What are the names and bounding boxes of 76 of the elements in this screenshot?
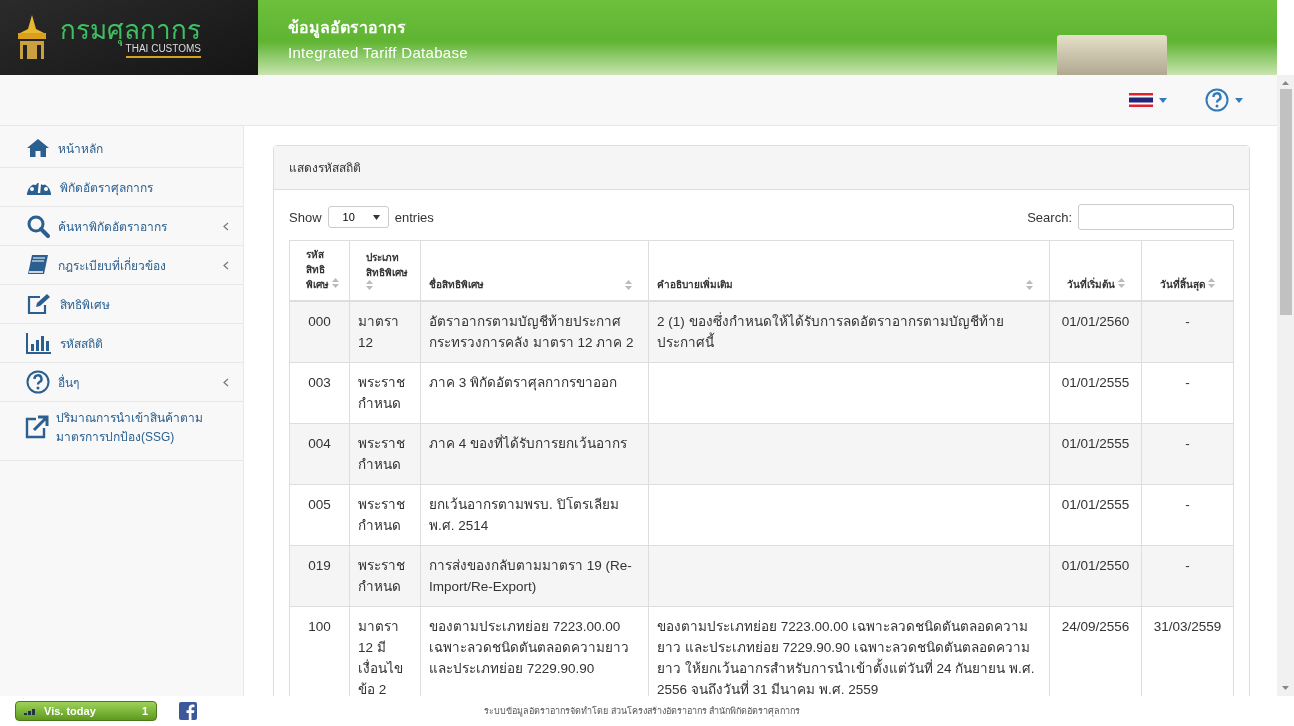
table-cell: 000 — [308, 314, 331, 329]
help-icon — [1205, 88, 1229, 112]
table-cell: ภาค 3 พิกัดอัตราศุลกากรขาออก — [429, 375, 617, 390]
table-cell: - — [1185, 558, 1190, 573]
sort-icon — [625, 280, 632, 290]
table-cell: - — [1185, 436, 1190, 451]
sidebar-item[interactable]: ค้นหาพิกัดอัตราอากร — [0, 207, 243, 246]
table-cell: 019 — [308, 558, 331, 573]
table-cell: 01/01/2550 — [1061, 558, 1130, 573]
table-cell: 004 — [308, 436, 331, 451]
caret-icon — [1235, 97, 1243, 103]
sidebar-item[interactable]: กฎระเบียบที่เกี่ยวข้อง — [0, 246, 243, 285]
page-size-select[interactable]: 10 — [327, 206, 389, 228]
caret-icon — [1159, 97, 1167, 103]
table-cell: มาตรา 12 มีเงื่อนไขข้อ 2 — [358, 619, 403, 696]
table-cell: ของตามประเภทย่อย 7223.00.00 เฉพาะลวดชนิดตันตลอดความยาว และประเภทย่อย 7229.90.90 — [429, 619, 629, 676]
table-cell: ยกเว้นอากรตามพรบ. ปิโตรเลียม พ.ศ. 2514 — [429, 497, 619, 533]
table-cell: 100 — [308, 619, 331, 634]
table-cell: 31/03/2559 — [1153, 619, 1222, 634]
table-cell: ของตามประเภทย่อย 7223.00.00 เฉพาะลวดชนิดตันตลอดความยาว และประเภทย่อย 7229.90.90 เฉพาะลวดชนิดตันตลอดความยาว ให้ยกเว้นอากรสำหรับการนำเข้าตั้งแต่วันที่ 24 กันยายน พ.ศ. 2556 จนถึงวันที่ 31 มีนาคม พ.ศ. 2559 — [657, 619, 1035, 696]
search-icon — [26, 214, 50, 238]
table-cell: 003 — [308, 375, 331, 390]
search-label: Search: — [1027, 209, 1072, 225]
table-cell: มาตรา 12 — [358, 314, 399, 350]
table-cell: 01/01/2555 — [1061, 375, 1130, 390]
sidebar-item[interactable]: หน้าหลัก — [0, 129, 243, 168]
footer-credit: ระบบข้อมูลอัตราอากรจัดทำโดย ส่วนโครงสร้างอัตราอากร สำนักพิกัดอัตราศุลกากร — [484, 705, 800, 718]
bar-chart-icon — [26, 332, 52, 354]
table-cell: 01/01/2555 — [1061, 497, 1130, 512]
sidebar-item[interactable]: ปริมาณการนำเข้าสินค้าตามมาตรการปกป้อง(SSG) — [0, 402, 243, 461]
home-icon — [26, 138, 50, 158]
sort-icon — [1117, 278, 1125, 288]
table-cell: พระราชกำหนด — [358, 558, 405, 594]
sort-icon — [1026, 280, 1033, 290]
table-cell: - — [1185, 314, 1190, 329]
logo-subtext: THAI CUSTOMS — [125, 43, 201, 58]
sidebar-item[interactable]: อื่นๆ — [0, 363, 243, 402]
scroll-thumb[interactable] — [1279, 89, 1292, 315]
table-cell: - — [1185, 497, 1190, 512]
table-cell: ภาค 4 ของที่ได้รับการยกเว้นอากร — [429, 436, 627, 451]
table-cell: อัตราอากรตามบัญชีท้ายประกาศกระทรวงการคลัง มาตรา 12 ภาค 2 — [429, 314, 634, 350]
site-title: ข้อมูลอัตราอากร — [288, 17, 407, 40]
counter-label: Vis. today — [44, 705, 97, 717]
table-cell: 2 (1) ของซึ่งกำหนดให้ได้รับการลดอัตราอากรตามบัญชีท้ายประกาศนี้ — [657, 314, 1004, 350]
table-cell: พระราชกำหนด — [358, 497, 405, 533]
sidebar-item[interactable]: สิทธิพิเศษ — [0, 285, 243, 324]
panel-title: แสดงรหัสสถิติ — [289, 161, 361, 175]
scroll-down-icon — [1282, 686, 1289, 690]
sidebar-item[interactable]: รหัสสถิติ — [0, 324, 243, 363]
site-subtitle: Integrated Tariff Database — [288, 43, 468, 61]
external-link-icon — [24, 415, 50, 439]
edit-icon — [26, 293, 52, 315]
search-field[interactable] — [1078, 204, 1234, 230]
show-label: Show — [289, 209, 322, 225]
table-cell: - — [1185, 375, 1190, 390]
signal-bars-icon — [24, 707, 38, 715]
table-cell: 005 — [308, 497, 331, 512]
table-cell: 01/01/2560 — [1061, 314, 1130, 329]
table-cell: การส่งของกลับตามมาตรา 19 (Re-Import/Re-Export) — [429, 558, 632, 594]
book-icon — [26, 254, 50, 276]
sort-icon — [332, 278, 339, 288]
sort-icon — [366, 280, 373, 290]
sort-icon — [1208, 278, 1215, 288]
scroll-up-icon — [1282, 81, 1289, 85]
help-icon — [26, 370, 50, 394]
entries-label: entries — [394, 209, 434, 225]
counter-value: 1 — [141, 705, 148, 717]
table-cell: พระราชกำหนด — [358, 375, 405, 411]
table-cell: พระราชกำหนด — [358, 436, 405, 472]
sidebar-item[interactable]: พิกัดอัตราศุลกากร — [0, 168, 243, 207]
table-cell: 01/01/2555 — [1061, 436, 1130, 451]
scrollbar[interactable] — [1277, 75, 1294, 696]
facebook-icon[interactable] — [179, 702, 197, 720]
caret-icon — [372, 214, 380, 220]
flag-icon — [1129, 93, 1153, 107]
table-cell: 24/09/2556 — [1061, 619, 1130, 634]
